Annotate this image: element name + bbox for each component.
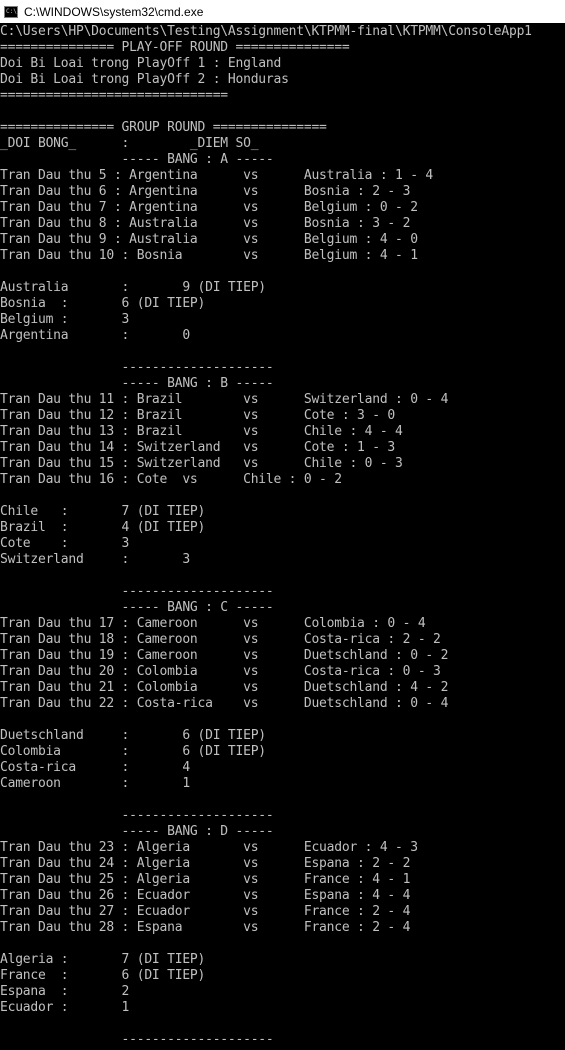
console-line: Ecuador : 1 [0,1000,130,1015]
console-line: Tran Dau thu 26 : Ecuador vs Espana : 4 … [0,888,411,903]
console-line: =============== PLAY-OFF ROUND =========… [0,40,350,55]
console-line: Doi Bi Loai trong PlayOff 1 : England [0,56,282,71]
console-line: France : 6 (DI TIEP) [0,968,206,983]
console-line: ----- BANG : B ----- [0,376,274,391]
console-line: Tran Dau thu 10 : Bosnia vs Belgium : 4 … [0,248,418,263]
console-line: =============== GROUP ROUND ============… [0,120,327,135]
console-line: Cote : 3 [0,536,130,551]
console-line: ----- BANG : D ----- [0,824,274,839]
console-line: ----- BANG : C ----- [0,600,274,615]
console-line: _DOI BONG_ : _DIEM SO_ [0,136,259,151]
console-line: Brazil : 4 (DI TIEP) [0,520,206,535]
console-line: Duetschland : 6 (DI TIEP) [0,728,266,743]
console-line: Tran Dau thu 6 : Argentina vs Bosnia : 2… [0,184,411,199]
console-line: Tran Dau thu 13 : Brazil vs Chile : 4 - … [0,424,403,439]
console-line: Tran Dau thu 16 : Cote vs Chile : 0 - 2 [0,472,342,487]
console-line: Tran Dau thu 11 : Brazil vs Switzerland … [0,392,449,407]
console-output[interactable]: C:\Users\HP\Documents\Testing\Assignment… [0,24,565,1050]
console-line: Switzerland : 3 [0,552,190,567]
console-line: Tran Dau thu 12 : Brazil vs Cote : 3 - 0 [0,408,396,423]
console-line: Australia : 9 (DI TIEP) [0,280,266,295]
console-line: C:\Users\HP\Documents\Testing\Assignment… [0,24,532,39]
console-line: -------------------- [0,1032,274,1047]
console-line: -------------------- [0,360,274,375]
console-line: Chile : 7 (DI TIEP) [0,504,206,519]
console-line: Tran Dau thu 23 : Algeria vs Ecuador : 4… [0,840,418,855]
console-line: Cameroon : 1 [0,776,190,791]
console-line: ----- BANG : A ----- [0,152,274,167]
console-line: Algeria : 7 (DI TIEP) [0,952,206,967]
console-line: -------------------- [0,584,274,599]
console-line: Tran Dau thu 20 : Colombia vs Costa-rica… [0,664,441,679]
console-line: Tran Dau thu 18 : Cameroon vs Costa-rica… [0,632,441,647]
console-line: Tran Dau thu 9 : Australia vs Belgium : … [0,232,418,247]
console-line: Tran Dau thu 25 : Algeria vs France : 4 … [0,872,411,887]
title-bar[interactable]: C:\ C:\WINDOWS\system32\cmd.exe [0,0,565,23]
console-line: Tran Dau thu 19 : Cameroon vs Duetschlan… [0,648,449,663]
console-line: Tran Dau thu 27 : Ecuador vs France : 2 … [0,904,411,919]
console-line: Tran Dau thu 21 : Colombia vs Duetschlan… [0,680,449,695]
console-line: Tran Dau thu 17 : Cameroon vs Colombia :… [0,616,426,631]
console-line: Tran Dau thu 8 : Australia vs Bosnia : 3… [0,216,411,231]
console-line: Colombia : 6 (DI TIEP) [0,744,266,759]
console-line: Argentina : 0 [0,328,190,343]
console-line: ============================== [0,88,228,103]
console-line: Tran Dau thu 28 : Espana vs France : 2 -… [0,920,411,935]
console-line: Tran Dau thu 7 : Argentina vs Belgium : … [0,200,418,215]
console-line: -------------------- [0,808,274,823]
console-line: Tran Dau thu 14 : Switzerland vs Cote : … [0,440,396,455]
console-line: Doi Bi Loai trong PlayOff 2 : Honduras [0,72,289,87]
console-line: Tran Dau thu 22 : Costa-rica vs Duetschl… [0,696,449,711]
console-line: Belgium : 3 [0,312,130,327]
cmd-icon: C:\ [4,5,18,18]
console-line: Espana : 2 [0,984,130,999]
console-line: Tran Dau thu 5 : Argentina vs Australia … [0,168,434,183]
window-title: C:\WINDOWS\system32\cmd.exe [24,4,204,19]
console-line: Tran Dau thu 15 : Switzerland vs Chile :… [0,456,403,471]
console-line: Costa-rica : 4 [0,760,190,775]
console-line: Bosnia : 6 (DI TIEP) [0,296,206,311]
console-line: Tran Dau thu 24 : Algeria vs Espana : 2 … [0,856,411,871]
console-window: C:\ C:\WINDOWS\system32\cmd.exe C:\Users… [0,0,565,1050]
